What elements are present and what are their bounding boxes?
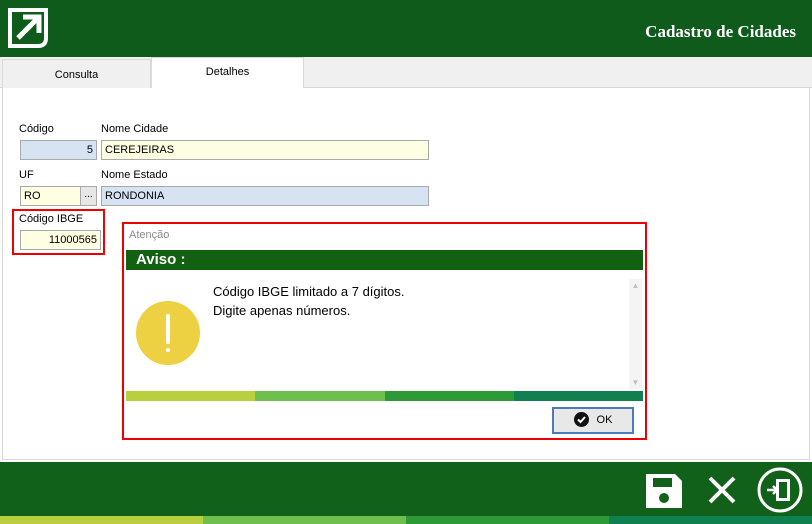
codigo-field[interactable]: 5 [20,140,97,160]
dialog-title: Atenção [129,229,170,241]
dialog-message-line1: Código IBGE limitado a 7 dígitos. [213,284,405,299]
check-icon [573,411,589,427]
tab-bar: Consulta Detalhes [0,57,812,89]
tab-consulta[interactable]: Consulta [2,59,151,88]
message-scrollbar[interactable]: ▲ ▼ [629,279,642,389]
page-title: Cadastro de Cidades [645,22,796,41]
dialog-message: Código IBGE limitado a 7 dígitos. Digite… [213,282,405,320]
uf-field[interactable]: RO [20,186,81,206]
footer-color-stripes [0,516,812,524]
dialog-heading: Aviso : [126,250,643,270]
nome-estado-field[interactable]: RONDONIA [101,186,429,206]
nome-estado-label: Nome Estado [101,169,168,181]
exclamation-icon [136,301,200,365]
nome-cidade-field[interactable]: CEREJEIRAS [101,140,429,160]
scroll-down-icon[interactable]: ▼ [630,378,641,387]
nome-cidade-label: Nome Cidade [101,123,169,135]
save-icon[interactable] [640,466,688,514]
ok-button[interactable]: OK [552,407,634,434]
scroll-up-icon[interactable]: ▲ [630,281,641,290]
dialog-message-line2: Digite apenas números. [213,303,351,318]
dialog-color-stripes [126,391,643,401]
ibge-field[interactable]: 11000565 [20,230,101,250]
ok-label: OK [596,414,613,426]
tab-detalhes[interactable]: Detalhes [151,57,304,89]
exit-icon[interactable] [756,466,804,514]
ibge-label: Código IBGE [19,213,84,225]
arrow-logo-icon [8,8,48,48]
app-header: Cadastro de Cidades [0,0,812,57]
warning-dialog: Atenção Aviso : Código IBGE limitado a 7… [122,222,647,440]
footer-toolbar [0,462,812,516]
close-icon[interactable] [698,466,746,514]
uf-label: UF [19,169,34,181]
codigo-label: Código [19,123,54,135]
uf-lookup-button[interactable]: ... [80,186,97,206]
